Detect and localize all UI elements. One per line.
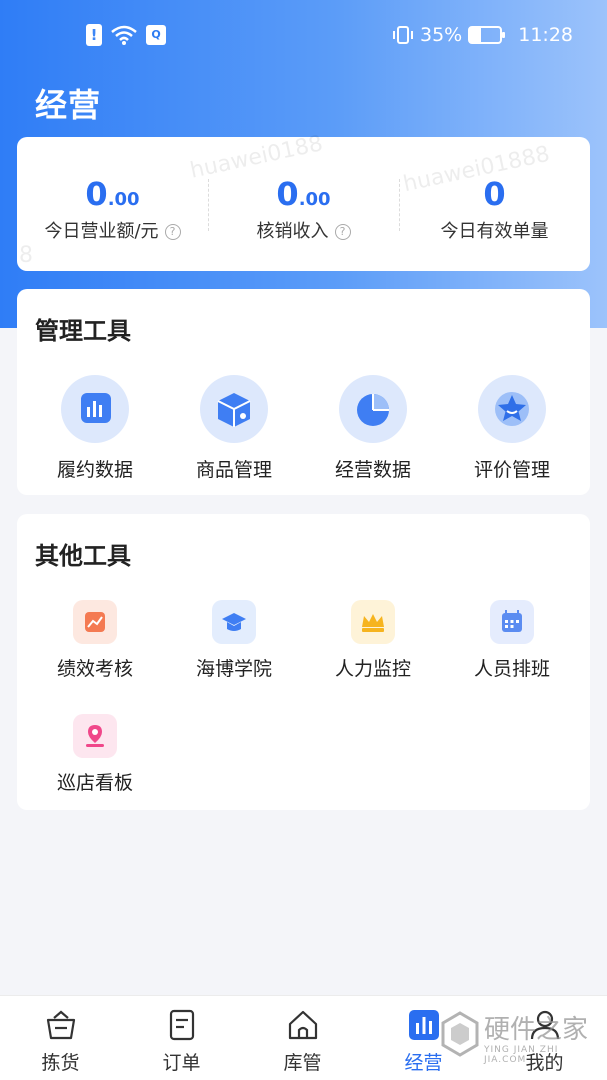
business-chart-icon — [409, 1010, 439, 1040]
tool-product-management[interactable]: 商品管理 — [164, 375, 304, 485]
stat-value: 0 — [483, 175, 506, 213]
brand-watermark-subtext: YING JIAN ZHI JIA.COM — [484, 1045, 559, 1065]
tool-fulfillment-data[interactable]: 履约数据 — [25, 375, 165, 485]
section-title: 其他工具 — [35, 542, 131, 570]
tab-picking[interactable]: 拣货 — [0, 996, 121, 1080]
tab-label: 库管 — [283, 1052, 322, 1074]
stats-card: huawei0188 huawei01888 8 0.00 今日营业额/元? 0… — [17, 131, 590, 271]
location-pin-icon — [73, 714, 117, 758]
tool-label: 履约数据 — [56, 459, 133, 481]
tool-label: 绩效考核 — [56, 658, 133, 680]
tool-label: 巡店看板 — [56, 772, 133, 794]
tool-label: 评价管理 — [473, 459, 550, 481]
tool-label: 人力监控 — [334, 658, 411, 680]
tool-staff-scheduling[interactable]: 人员排班 — [442, 600, 582, 680]
stat-value: 0.00 — [85, 175, 140, 213]
status-right: 35% 11:28 — [392, 24, 573, 46]
tool-review-management[interactable]: 评价管理 — [442, 375, 582, 485]
brand-watermark: 硬件之家 YING JIAN ZHI JIA.COM — [440, 1005, 590, 1073]
home-icon — [288, 1010, 318, 1040]
brand-watermark-text: 硬件之家 — [484, 1015, 589, 1045]
help-icon[interactable]: ? — [164, 224, 181, 240]
help-icon[interactable]: ? — [334, 224, 351, 240]
calendar-icon — [490, 600, 534, 644]
crown-icon — [351, 600, 395, 644]
status-bar: ! Q 35% 11:28 — [0, 0, 607, 72]
pie-chart-icon — [339, 375, 407, 443]
battery-icon — [468, 26, 506, 44]
tool-label: 人员排班 — [473, 658, 550, 680]
app-notification-icon: Q — [146, 25, 166, 45]
tool-label: 海博学院 — [195, 658, 272, 680]
tool-label: 经营数据 — [334, 459, 411, 481]
stat-value: 0.00 — [276, 175, 331, 213]
basket-icon — [46, 1010, 76, 1040]
stat-today-revenue[interactable]: 0.00 今日营业额/元? — [17, 137, 208, 271]
order-list-icon — [169, 1009, 195, 1041]
stat-label: 今日有效单量 — [440, 221, 549, 242]
tab-orders[interactable]: 订单 — [121, 996, 242, 1080]
stat-verified-income[interactable]: 0.00 核销收入? — [208, 137, 399, 271]
product-box-icon — [200, 375, 268, 443]
page-title: 经营 — [35, 86, 102, 124]
performance-chart-icon — [73, 600, 117, 644]
tool-hr-monitor[interactable]: 人力监控 — [303, 600, 443, 680]
stat-label: 今日营业额/元? — [17, 217, 208, 243]
tab-label: 拣货 — [41, 1052, 80, 1074]
tool-performance[interactable]: 绩效考核 — [25, 600, 165, 680]
tool-haibo-academy[interactable]: 海博学院 — [164, 600, 304, 680]
management-tools-card: 管理工具 履约数据 商品管理 经营数据 评价管理 — [17, 289, 590, 495]
status-left-icons: ! Q — [86, 24, 166, 46]
tool-store-inspection[interactable]: 巡店看板 — [25, 714, 165, 794]
vibrate-icon — [393, 26, 413, 44]
tab-inventory[interactable]: 库管 — [242, 996, 363, 1080]
stat-label: 核销收入? — [208, 217, 399, 243]
alert-notification-icon: ! — [86, 24, 102, 46]
stat-today-orders[interactable]: 0 今日有效单量 — [399, 137, 590, 271]
bar-chart-icon — [61, 375, 129, 443]
section-title: 管理工具 — [35, 317, 131, 345]
tab-label: 订单 — [162, 1052, 201, 1074]
star-badge-icon — [478, 375, 546, 443]
status-time: 11:28 — [518, 24, 573, 46]
tool-business-data[interactable]: 经营数据 — [303, 375, 443, 485]
battery-percent: 35% — [420, 24, 463, 46]
other-tools-card: 其他工具 绩效考核 海博学院 人力监控 人员排班 巡店看板 — [17, 514, 590, 810]
wifi-icon — [111, 25, 137, 45]
tool-label: 商品管理 — [195, 459, 272, 481]
hexagon-logo-icon — [441, 1011, 479, 1057]
graduation-cap-icon — [212, 600, 256, 644]
